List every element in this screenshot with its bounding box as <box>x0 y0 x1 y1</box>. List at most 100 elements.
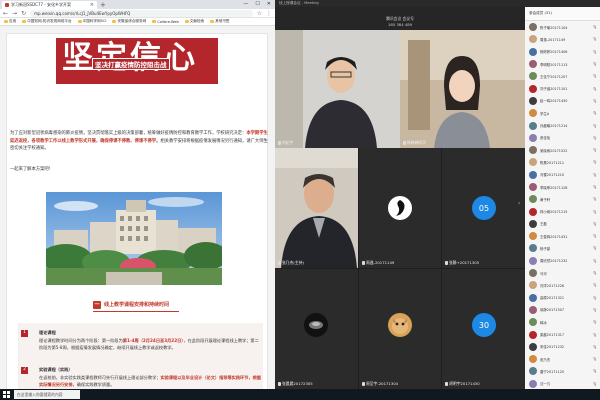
bookmark-item[interactable]: 安徽省综合服务网 <box>112 19 146 24</box>
mic-icon[interactable]: 🎙 <box>592 50 597 54</box>
mic-icon[interactable]: 🎙 <box>592 271 597 275</box>
participant-row[interactable]: 吴晓雨20171522 🎙 <box>525 144 600 156</box>
participant-row[interactable]: 陈子瑜20171104 🎙 <box>525 21 600 33</box>
star-icon[interactable]: ☆ <box>257 9 262 18</box>
bookmark-item[interactable]: 中国知网-知识发现网络平台 <box>22 19 72 24</box>
participant-row[interactable]: 张乃杰 🎙 <box>525 353 600 365</box>
mic-icon[interactable]: 🎙 <box>592 37 597 41</box>
participant-row[interactable]: 高原20171321 🎙 <box>525 292 600 304</box>
participant-row[interactable]: 沈一凡 🎙 <box>525 378 600 389</box>
mic-icon[interactable]: 🎙 <box>592 148 597 152</box>
participant-name: 杨子豪 <box>540 246 551 251</box>
avatar <box>529 96 537 105</box>
participant-row[interactable]: 黄子轩 🎙 <box>525 193 600 205</box>
mic-icon[interactable]: 🎙 <box>592 136 597 140</box>
participant-row[interactable]: 张佳怡 🎙 <box>525 132 600 144</box>
participant-row[interactable]: 宋佳20171232 🎙 <box>525 341 600 353</box>
mic-icon[interactable]: 🎙 <box>592 369 597 373</box>
participant-row[interactable]: 唐宁20171120 🎙 <box>525 365 600 377</box>
bookmark-item[interactable]: 其他书签 <box>210 19 230 24</box>
mic-icon[interactable]: 🎙 <box>592 283 597 287</box>
participant-tile[interactable]: 周逸-20171149 <box>358 148 441 268</box>
item-text: 在返校前，非实验实践类课程教师可先行开展线上理论部分教学；实验课程以及毕业设计（… <box>39 375 261 387</box>
video-tile[interactable]: 刘纪宇 <box>275 30 400 148</box>
page-viewport[interactable]: 坚定信心 坚决打赢疫情防控阻击战 为了应对新型冠状病毒感染的肺炎疫情，坚决贯彻落… <box>0 26 275 389</box>
participant-row[interactable]: 李明阳20171113 🎙 <box>525 58 600 70</box>
participant-row[interactable]: 刘洋20171226 🎙 <box>525 279 600 291</box>
participant-row[interactable]: 陈昊20171211 🎙 <box>525 156 600 168</box>
url-input[interactable]: mp.weixin.qq.com/s/rLcJ1_jVBu4EwYpyOpWHF… <box>30 9 253 17</box>
participant-row[interactable]: 王磊 🎙 <box>525 218 600 230</box>
participant-video <box>400 30 525 148</box>
participant-tile[interactable]: 30 胡明宇20171430 <box>441 269 525 389</box>
avatar <box>529 256 537 265</box>
mic-icon[interactable]: 🎙 <box>592 173 597 177</box>
mic-icon[interactable]: 🎙 <box>592 345 597 349</box>
participant-row[interactable]: 王俊辉20171431 🎙 <box>525 230 600 242</box>
mic-icon[interactable]: 🎙 <box>592 357 597 361</box>
mic-icon[interactable]: 🎙 <box>592 99 597 103</box>
mic-icon[interactable]: 🎙 <box>592 185 597 189</box>
participant-row[interactable]: 周逸-20171149 🎙 <box>525 33 600 45</box>
mic-icon[interactable]: 🎙 <box>592 124 597 128</box>
participant-row[interactable]: 冯雪20171210 🎙 <box>525 169 600 181</box>
bookmark-item[interactable]: 应用 <box>4 19 16 24</box>
participant-row[interactable]: 马可 🎙 <box>525 267 600 279</box>
new-tab-icon[interactable]: + <box>100 1 106 9</box>
next-page-icon[interactable]: › <box>518 200 520 207</box>
avatar <box>529 23 537 32</box>
participant-row[interactable]: 王佳宁20171207 🎙 <box>525 70 600 82</box>
mic-icon[interactable]: 🎙 <box>592 308 597 312</box>
participant-row[interactable]: 胡静20171507 🎙 <box>525 304 600 316</box>
participant-tile[interactable]: 05 张静+20171305 <box>441 148 525 268</box>
taskbar: 在这里输入你要搜索的内容 <box>0 389 600 400</box>
bookmark-item[interactable]: Calibre-Web <box>152 20 179 24</box>
participant-tile[interactable]: 周至宇-20171304 <box>358 269 441 389</box>
mic-icon[interactable]: 🎙 <box>592 87 597 91</box>
mic-icon[interactable]: 🎙 <box>592 210 597 214</box>
mic-icon[interactable]: 🎙 <box>592 246 597 250</box>
close-tab-icon[interactable]: × <box>90 2 94 8</box>
mic-icon[interactable]: 🎙 <box>592 259 597 263</box>
item-text: 理论课程教学时间分为两个阶段：第一阶段为第1-4周（2月24日至3月22日），在… <box>39 338 259 350</box>
mic-icon[interactable]: 🎙 <box>592 296 597 300</box>
mic-icon[interactable]: 🎙 <box>592 25 597 29</box>
bookmark-item[interactable]: 中国科学网SCI <box>77 19 106 24</box>
participant-row[interactable]: 梁晨20171317 🎙 <box>525 328 600 340</box>
video-tile[interactable]: 杨婷婷同学 <box>400 30 525 148</box>
menu-icon[interactable]: ⋮ <box>266 9 272 18</box>
avatar <box>529 342 537 351</box>
mic-icon[interactable]: 🎙 <box>592 160 597 164</box>
taskbar-search-input[interactable]: 在这里输入你要搜索的内容 <box>14 390 80 399</box>
participant-row[interactable]: 学生A 🎙 <box>525 107 600 119</box>
mic-icon[interactable]: 🎙 <box>592 382 597 386</box>
participant-row[interactable]: 杨子豪 🎙 <box>525 242 600 254</box>
mic-icon[interactable]: 🎙 <box>592 234 597 238</box>
participant-row[interactable]: 杨婷婷20171406 🎙 <box>525 46 600 58</box>
mic-icon[interactable]: 🎙 <box>592 333 597 337</box>
campus-photo <box>46 192 222 285</box>
participant-row[interactable]: 周欣然20171232 🎙 <box>525 255 600 267</box>
mic-icon[interactable]: 🎙 <box>592 197 597 201</box>
participant-row[interactable]: 李晓菲20171128 🎙 <box>525 181 600 193</box>
participant-row[interactable]: 赵一鸣20171430 🎙 <box>525 95 600 107</box>
mic-icon[interactable]: 🎙 <box>592 62 597 66</box>
windows-start-icon[interactable] <box>3 391 10 398</box>
participant-row[interactable]: 韩冰 🎙 <box>525 316 600 328</box>
mic-icon[interactable]: 🎙 <box>592 111 597 115</box>
mic-icon[interactable]: 🎙 <box>592 320 597 324</box>
avatar <box>529 133 537 142</box>
mic-icon[interactable]: 🎙 <box>592 222 597 226</box>
mic-icon[interactable]: 🎙 <box>592 74 597 78</box>
participant-tile[interactable]: 张晨晨20172305 <box>275 269 358 389</box>
back-icon[interactable]: ← <box>3 9 8 18</box>
participant-row[interactable]: 孙晨曦20171214 🎙 <box>525 119 600 131</box>
bookmark-item[interactable]: 文献检索 <box>184 19 204 24</box>
participant-row[interactable]: 林小雨20171215 🎙 <box>525 205 600 217</box>
reload-icon[interactable]: ↻ <box>21 9 26 18</box>
avatar <box>529 232 537 241</box>
minimize-icon[interactable]: — <box>243 0 248 9</box>
forward-icon[interactable]: → <box>12 9 17 18</box>
video-tile[interactable]: 张乃杰(主持) <box>275 148 358 268</box>
participant-row[interactable]: 刘子涵20171101 🎙 <box>525 82 600 94</box>
